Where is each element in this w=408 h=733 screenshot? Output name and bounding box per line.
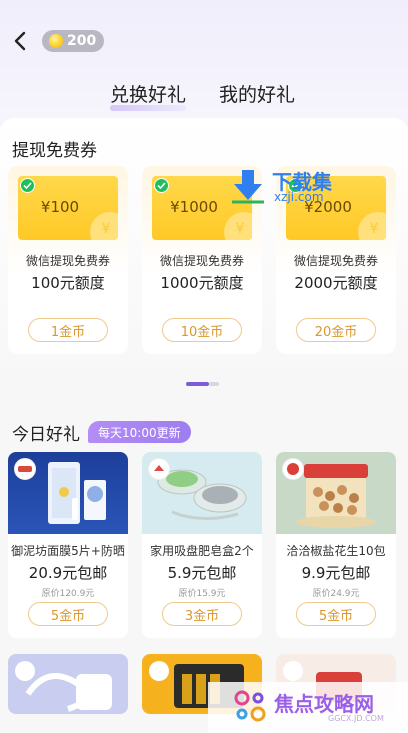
watermark-title: 焦点攻略网 (274, 692, 374, 716)
brand-logo-icon (14, 458, 36, 480)
main-panel: 提现免费券 ¥100 ¥ 微信提现免费券 100元额度 1金币 ¥1000 ¥ … (0, 118, 408, 733)
redeem-button[interactable]: 1金币 (28, 318, 108, 342)
tab-my-gifts[interactable]: 我的好礼 (219, 80, 295, 107)
redeem-button[interactable]: 10金币 (162, 318, 242, 342)
tab-label: 兑换好礼 (110, 84, 187, 106)
wechat-check-icon (20, 178, 35, 193)
bubbles-logo-icon (234, 690, 266, 722)
redeem-button[interactable]: 5金币 (296, 602, 376, 626)
back-button[interactable] (10, 30, 30, 52)
tab-bar: 兑换好礼 我的好礼 (0, 80, 408, 111)
brand-logo-icon (148, 458, 170, 480)
tab-label: 我的好礼 (219, 84, 296, 106)
coin-balance-pill[interactable]: 200 (42, 30, 104, 52)
product-original-price: 原价15.9元 (178, 589, 226, 599)
chevron-left-icon (14, 31, 26, 51)
yen-coin-icon: ¥ (358, 212, 386, 240)
carousel-pager (186, 382, 219, 386)
voucher-name: 微信提现免费券 (159, 254, 244, 268)
brand-logo-icon (282, 458, 304, 480)
yen-coin-icon: ¥ (90, 212, 118, 240)
download-arrow-icon (232, 170, 264, 204)
product-card[interactable]: 御泥坊面膜5片+防晒 20.9元包邮 原价120.9元 5金币 (8, 452, 128, 638)
product-price: 5.9元包邮 (167, 564, 237, 582)
section-title-today: 今日好礼 (12, 425, 80, 445)
redeem-button[interactable]: 20金币 (296, 318, 376, 342)
product-price: 20.9元包邮 (28, 564, 108, 582)
gold-coin-icon (49, 34, 63, 48)
product-original-price: 原价120.9元 (41, 589, 95, 599)
section-title-vouchers: 提现免费券 (12, 141, 97, 161)
voucher-name: 微信提现免费券 (293, 254, 378, 268)
product-name: 御泥坊面膜5片+防晒 (11, 544, 125, 558)
product-name: 洽洽椒盐花生10包 (286, 544, 386, 558)
yen-coin-icon: ¥ (224, 212, 252, 240)
redeem-button[interactable]: 5金币 (28, 602, 108, 626)
product-card[interactable]: 家用吸盘肥皂盒2个 5.9元包邮 原价15.9元 3金币 (142, 452, 262, 638)
pager-dot[interactable] (209, 382, 219, 386)
voucher-card[interactable]: ¥100 ¥ 微信提现免费券 100元额度 1金币 (8, 166, 128, 354)
voucher-quota: 2000元额度 (294, 274, 378, 292)
voucher-image: ¥100 ¥ (18, 176, 118, 240)
pager-dot-active (186, 382, 209, 386)
coin-balance: 200 (67, 33, 97, 49)
update-badge: 每天10:00更新 (88, 421, 191, 443)
watermark-url: xzji.com (274, 190, 324, 204)
voucher-amount: ¥1000 (170, 198, 218, 216)
product-price: 9.9元包邮 (301, 564, 371, 582)
voucher-quota: 1000元额度 (160, 274, 244, 292)
voucher-quota: 100元额度 (31, 274, 105, 292)
watermark-jiaodian: 焦点攻略网 GGCX.JD.COM (208, 682, 408, 733)
redeem-button[interactable]: 3金币 (162, 602, 242, 626)
tab-exchange-gifts[interactable]: 兑换好礼 (110, 80, 187, 111)
product-card[interactable]: 洽洽椒盐花生10包 9.9元包邮 原价24.9元 5金币 (276, 452, 396, 638)
product-original-price: 原价24.9元 (312, 589, 360, 599)
product-card[interactable] (8, 654, 128, 714)
wechat-check-icon (154, 178, 169, 193)
product-image-charger (8, 654, 128, 714)
watermark-url: GGCX.JD.COM (328, 714, 384, 723)
product-name: 家用吸盘肥皂盒2个 (150, 544, 254, 558)
voucher-name: 微信提现免费券 (25, 254, 110, 268)
watermark-xzji: 下载集 xzji.com (228, 166, 368, 206)
voucher-amount: ¥100 (40, 198, 80, 216)
